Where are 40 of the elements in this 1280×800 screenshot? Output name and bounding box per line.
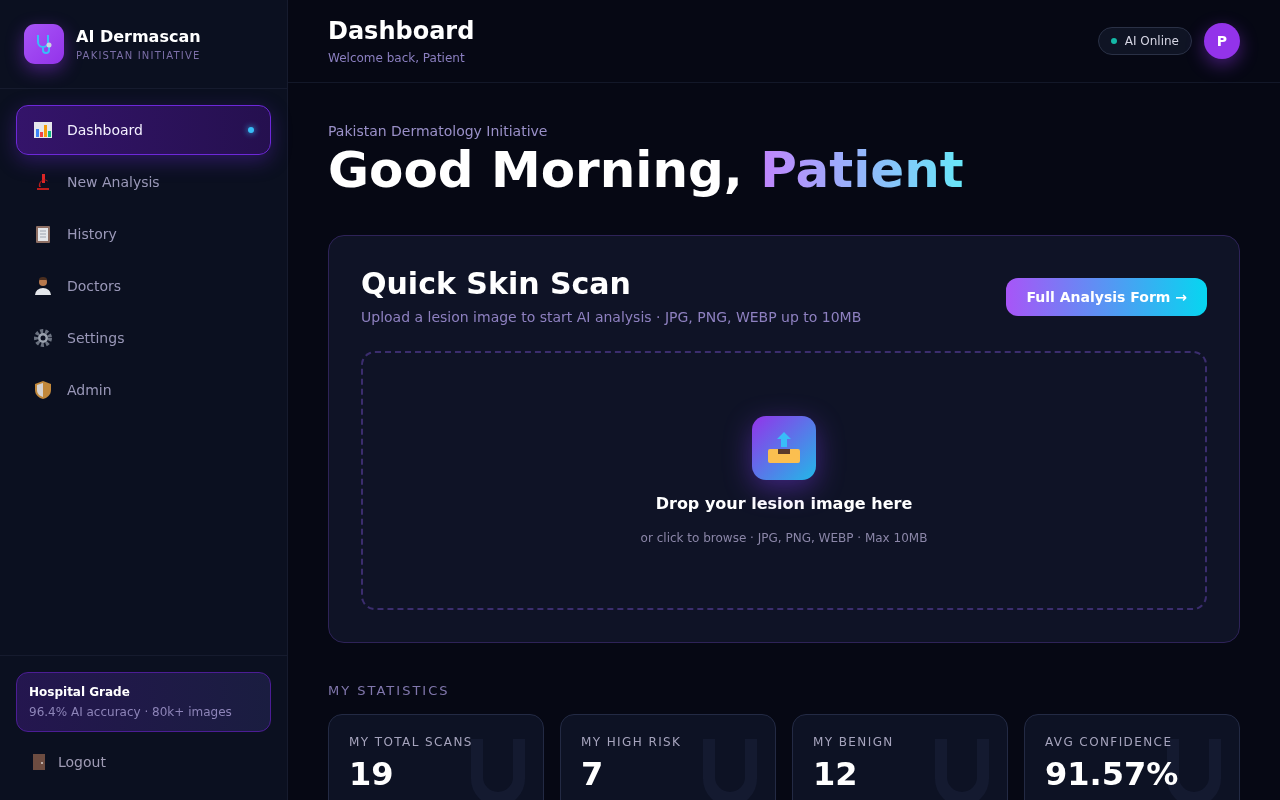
nav-item[interactable]: New Analysis (16, 157, 271, 207)
section-heading: MY STATISTICS (328, 683, 451, 698)
brand-name: AI Dermascan (76, 27, 201, 46)
stat-label: MY HIGH RISK (581, 735, 682, 749)
nav-item[interactable]: Dashboard (16, 105, 271, 155)
upload-tray-icon (752, 416, 816, 480)
nav-item[interactable]: Settings (16, 313, 271, 363)
stat-label: MY BENIGN (813, 735, 894, 749)
door-icon (32, 753, 46, 771)
promo-title: Hospital Grade (29, 685, 131, 699)
nav-item[interactable]: History (16, 209, 271, 259)
drop-zone[interactable]: Drop your lesion image here or click to browse · JPG, PNG, WEBP · Max 10MB (361, 351, 1207, 610)
bar-chart-icon (33, 120, 53, 140)
page-title: Dashboard (328, 17, 475, 45)
shield-icon (33, 380, 53, 400)
status-dot (1110, 38, 1117, 44)
brand-tagline: PAKISTAN INITIATIVE (76, 50, 201, 61)
greeting: Good Morning, Patient (328, 141, 965, 199)
logout-link[interactable]: Logout (16, 740, 271, 784)
nav-item[interactable]: Admin (16, 365, 271, 415)
promo-text: 96.4% AI accuracy · 80k+ images (29, 705, 233, 719)
drop-title: Drop your lesion image here (655, 494, 913, 513)
stat-value: 19 (349, 755, 394, 793)
stat-value: 91.57% (1045, 755, 1179, 793)
gear-icon (33, 328, 53, 348)
hero-eyebrow: Pakistan Dermatology Initiative (328, 123, 549, 139)
stat-value: 12 (813, 755, 858, 793)
drop-hint: or click to browse · JPG, PNG, WEBP · Max 10MB (640, 531, 928, 545)
stat-label: AVG CONFIDENCE (1045, 735, 1173, 749)
scan-subtitle: Upload a lesion image to start AI analysis · JPG, PNG, WEBP up to 10MB (361, 309, 862, 325)
clipboard-icon (33, 224, 53, 244)
person-icon (33, 276, 53, 296)
page-subtitle: Welcome back, Patient (328, 51, 466, 65)
scan-title: Quick Skin Scan (361, 266, 632, 301)
active-dot (248, 127, 254, 133)
status-pill: AI Online (1097, 27, 1192, 55)
nav-item[interactable]: Doctors (16, 261, 271, 311)
avatar[interactable]: P (1204, 23, 1240, 59)
stat-label: MY TOTAL SCANS (349, 735, 473, 749)
stat-value: 7 (581, 755, 604, 793)
